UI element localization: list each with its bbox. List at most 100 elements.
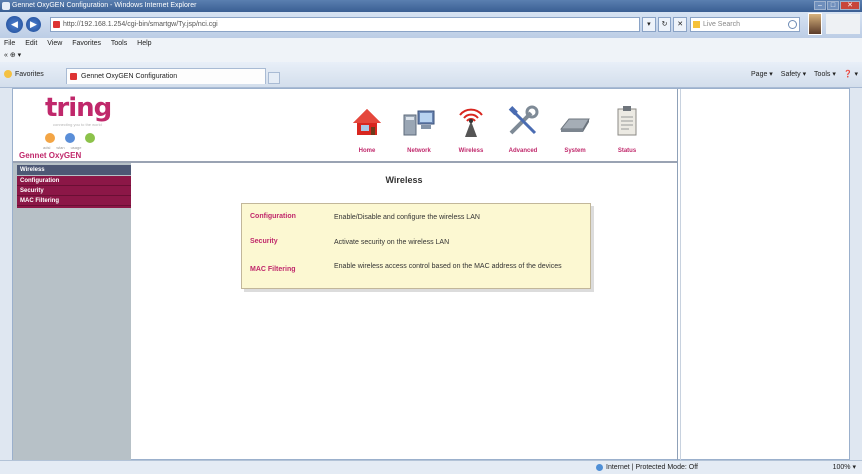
search-placeholder: Live Search [703, 21, 740, 28]
status-indicator-labels: adsl wlan usage [43, 145, 81, 150]
address-tools: ▾ ↻ ✕ [642, 17, 688, 32]
favorites-bar: Favorites Gennet OxyGEN Configuration Pa… [0, 62, 862, 88]
command-bar: Page ▾ Safety ▾ Tools ▾ ❓ ▾ [745, 69, 858, 81]
stop-button[interactable]: ✕ [673, 17, 688, 32]
refresh-button[interactable]: ↻ [657, 17, 672, 32]
nav-network[interactable]: Network [395, 89, 443, 159]
sidebar-item-security[interactable]: Security [17, 186, 131, 196]
configuration-description: Enable/Disable and configure the wireles… [334, 214, 480, 221]
status-bar: Internet | Protected Mode: Off 100% ▾ [0, 460, 862, 474]
top-nav: Home Network Wireless Advanced System St… [343, 89, 653, 159]
avatar [808, 13, 822, 35]
status-indicators [45, 133, 95, 143]
sidebar: Wireless Configuration Security MAC Filt… [13, 163, 131, 461]
window-controls: – □ ✕ [814, 1, 860, 10]
status-icon [617, 106, 637, 136]
security-zone-text: Internet | Protected Mode: Off [606, 464, 698, 471]
mac-filtering-description: Enable wireless access control based on … [334, 263, 562, 270]
favorites-button[interactable]: Favorites [4, 69, 44, 81]
nav-home-label: Home [358, 148, 376, 154]
ie-app-icon [2, 2, 10, 10]
live-search-icon [693, 21, 700, 28]
wireless-options-box: Configuration Enable/Disable and configu… [241, 203, 591, 289]
nav-advanced-label: Advanced [508, 148, 538, 154]
configuration-link[interactable]: Configuration [250, 213, 330, 220]
zoom-level[interactable]: 100% ▾ [833, 461, 856, 474]
minimize-button[interactable]: – [814, 1, 826, 10]
main-content: Wireless Configuration Enable/Disable an… [131, 163, 677, 461]
page-menu-button[interactable]: Page ▾ [751, 71, 773, 78]
nav-advanced[interactable]: Advanced [499, 89, 547, 159]
search-go-icon[interactable] [788, 20, 797, 29]
nav-network-label: Network [407, 148, 431, 154]
tools-icon [508, 105, 539, 135]
links-bar: « ⊕ ▾ [0, 50, 862, 62]
address-dropdown-button[interactable]: ▾ [642, 17, 656, 32]
usage-label: usage [70, 145, 82, 150]
nav-wireless[interactable]: Wireless [447, 89, 495, 159]
router-header: tring connecting you to the world adsl w… [13, 89, 677, 161]
address-url: http://192.168.1.254/cgi-bin/smartgw/Ty.… [63, 21, 218, 28]
safety-menu-button[interactable]: Safety ▾ [781, 71, 806, 78]
tring-logo: tring [45, 93, 112, 123]
nav-status[interactable]: Status [603, 89, 651, 159]
back-button[interactable]: ◀ [6, 16, 23, 33]
tab-active[interactable]: Gennet OxyGEN Configuration [66, 68, 266, 84]
wlan-label: wlan [56, 145, 65, 150]
nav-status-label: Status [617, 148, 637, 154]
system-icon [559, 118, 590, 132]
tab-title: Gennet OxyGEN Configuration [81, 73, 178, 80]
forward-button[interactable]: ▶ [26, 17, 41, 32]
frame-divider-shadow [680, 89, 681, 461]
menu-edit[interactable]: Edit [25, 40, 37, 47]
home-icon [353, 109, 381, 135]
wlan-indicator-icon [65, 133, 75, 143]
logo-tagline: connecting you to the world [53, 122, 102, 127]
links-toolbar-button[interactable]: « ⊕ ▾ [4, 52, 21, 59]
menu-view[interactable]: View [47, 40, 62, 47]
security-description: Activate security on the wireless LAN [334, 239, 450, 246]
security-zone[interactable]: Internet | Protected Mode: Off [596, 461, 698, 474]
security-link[interactable]: Security [250, 238, 330, 245]
tab-favicon-icon [70, 73, 77, 80]
adsl-indicator-icon [45, 133, 55, 143]
page-favicon-icon [53, 21, 60, 28]
maximize-button[interactable]: □ [827, 1, 839, 10]
toolbar-background [826, 14, 860, 34]
nav-system[interactable]: System [551, 89, 599, 159]
globe-icon [596, 464, 603, 471]
zoom-text: 100% ▾ [832, 464, 856, 471]
nav-home[interactable]: Home [343, 89, 391, 159]
sidebar-header: Wireless [17, 165, 131, 175]
menu-tools[interactable]: Tools [111, 40, 127, 47]
frame-divider [677, 89, 678, 461]
address-bar[interactable]: http://192.168.1.254/cgi-bin/smartgw/Ty.… [50, 17, 640, 32]
sidebar-item-mac-filtering[interactable]: MAC Filtering [17, 196, 131, 206]
tools-menu-button[interactable]: Tools ▾ [814, 71, 836, 78]
menu-bar: File Edit View Favorites Tools Help [0, 38, 862, 50]
product-name: Gennet OxyGEN [19, 151, 82, 160]
nav-wireless-label: Wireless [458, 148, 484, 154]
usage-indicator-icon [85, 133, 95, 143]
adsl-label: adsl [43, 145, 51, 150]
window-title-bar: Gennet OxyGEN Configuration - Windows In… [0, 0, 862, 12]
star-icon [4, 70, 12, 79]
address-toolbar: ◀ ▶ http://192.168.1.254/cgi-bin/smartgw… [0, 12, 862, 38]
wireless-icon [459, 108, 483, 137]
nav-system-label: System [564, 148, 586, 154]
menu-file[interactable]: File [4, 40, 15, 47]
page-title: Wireless [385, 175, 423, 185]
menu-help[interactable]: Help [137, 40, 151, 47]
mac-filtering-link[interactable]: MAC Filtering [250, 266, 330, 273]
menu-favorites[interactable]: Favorites [72, 40, 101, 47]
search-input[interactable]: Live Search [690, 17, 800, 32]
sidebar-divider [17, 206, 131, 208]
favorites-label: Favorites [15, 71, 44, 78]
help-menu-button[interactable]: ❓ ▾ [844, 71, 858, 78]
window-title: Gennet OxyGEN Configuration - Windows In… [12, 2, 197, 9]
close-button[interactable]: ✕ [840, 1, 860, 10]
network-icon [403, 110, 435, 136]
new-tab-button[interactable] [268, 72, 280, 84]
page-viewport: tring connecting you to the world adsl w… [12, 88, 850, 461]
sidebar-item-configuration[interactable]: Configuration [17, 176, 131, 186]
